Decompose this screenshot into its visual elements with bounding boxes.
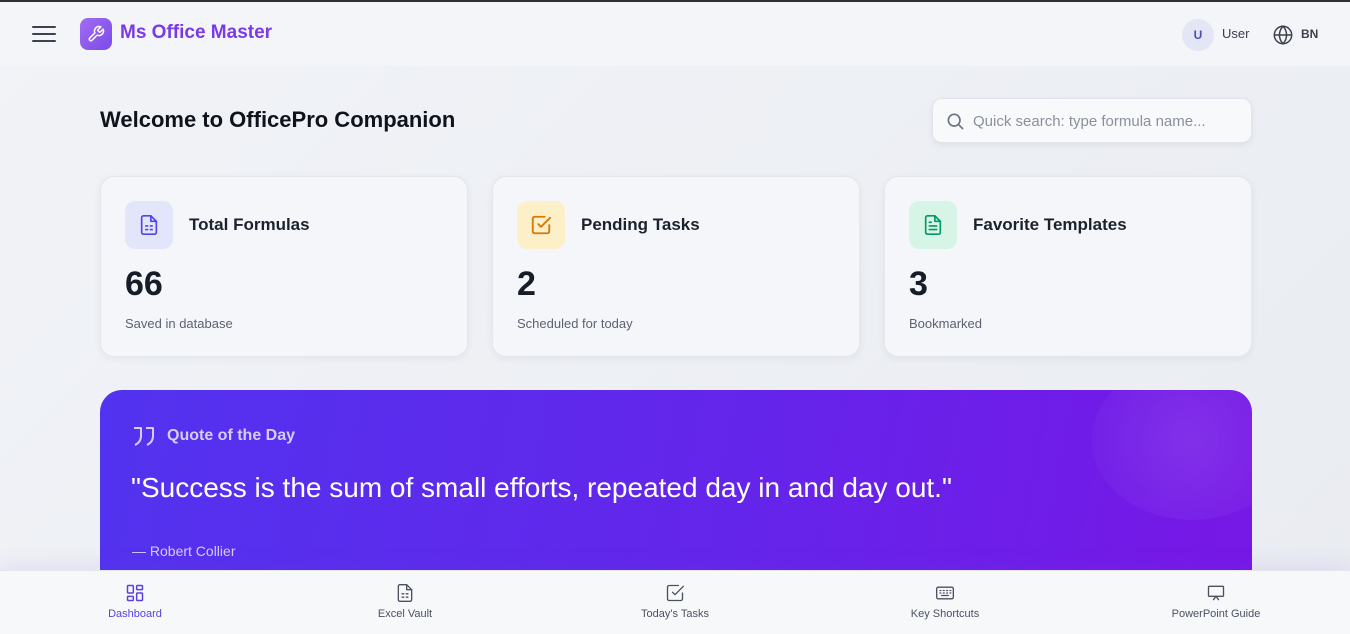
grid-icon — [126, 584, 144, 602]
nav-label: Dashboard — [108, 608, 162, 620]
quote-text: "Success is the sum of small efforts, re… — [131, 472, 952, 503]
quote-icon — [134, 427, 154, 446]
spreadsheet-icon — [397, 584, 413, 602]
stat-subtitle: Bookmarked — [909, 316, 982, 331]
stat-subtitle: Saved in database — [125, 316, 233, 331]
globe-icon[interactable] — [1272, 24, 1294, 46]
nav-todays-tasks[interactable]: Today's Tasks — [610, 583, 740, 620]
quote-of-the-day: Quote of the Day "Success is the sum of … — [100, 390, 1252, 590]
menu-icon[interactable] — [30, 22, 58, 46]
nav-excel-vault[interactable]: Excel Vault — [340, 583, 470, 620]
stat-card-pending-tasks[interactable]: Pending Tasks 2 Scheduled for today — [492, 176, 860, 357]
nav-dashboard[interactable]: Dashboard — [70, 583, 200, 620]
stat-subtitle: Scheduled for today — [517, 316, 633, 331]
nav-label: Key Shortcuts — [910, 608, 980, 620]
avatar[interactable]: U — [1182, 19, 1214, 51]
stat-card-favorite-templates[interactable]: Favorite Templates 3 Bookmarked — [884, 176, 1252, 357]
quick-search — [932, 98, 1252, 143]
stat-value: 2 — [517, 265, 536, 303]
nav-label: Excel Vault — [377, 608, 433, 620]
checkbox-icon — [666, 584, 684, 602]
user-label[interactable]: User — [1222, 26, 1249, 41]
decorative-glow — [1092, 390, 1252, 520]
nav-label: PowerPoint Guide — [1171, 608, 1261, 620]
nav-label: Today's Tasks — [641, 608, 709, 620]
search-input[interactable] — [973, 109, 1243, 133]
presentation-icon — [1207, 585, 1225, 601]
nav-key-shortcuts[interactable]: Key Shortcuts — [880, 583, 1010, 620]
checkbox-icon — [517, 201, 565, 249]
wrench-icon — [80, 18, 112, 50]
search-icon — [947, 113, 964, 130]
document-icon — [125, 201, 173, 249]
file-text-icon — [909, 201, 957, 249]
language-toggle[interactable]: BN — [1301, 27, 1318, 41]
bottom-nav: Dashboard Excel Vault Today's Tasks Key … — [0, 570, 1350, 634]
quote-author: — Robert Collier — [132, 543, 236, 559]
app-header: Ms Office Master U User BN — [0, 2, 1350, 66]
nav-powerpoint-guide[interactable]: PowerPoint Guide — [1151, 583, 1281, 620]
stat-value: 66 — [125, 265, 163, 303]
stat-title: Total Formulas — [189, 215, 310, 234]
page-title: Welcome to OfficePro Companion — [100, 107, 456, 132]
app-brand[interactable]: Ms Office Master — [120, 22, 272, 44]
keyboard-icon — [936, 586, 954, 600]
quote-heading: Quote of the Day — [167, 427, 296, 444]
stat-value: 3 — [909, 265, 928, 303]
stat-title: Favorite Templates — [973, 215, 1127, 234]
stat-title: Pending Tasks — [581, 215, 700, 234]
stat-card-total-formulas[interactable]: Total Formulas 66 Saved in database — [100, 176, 468, 357]
